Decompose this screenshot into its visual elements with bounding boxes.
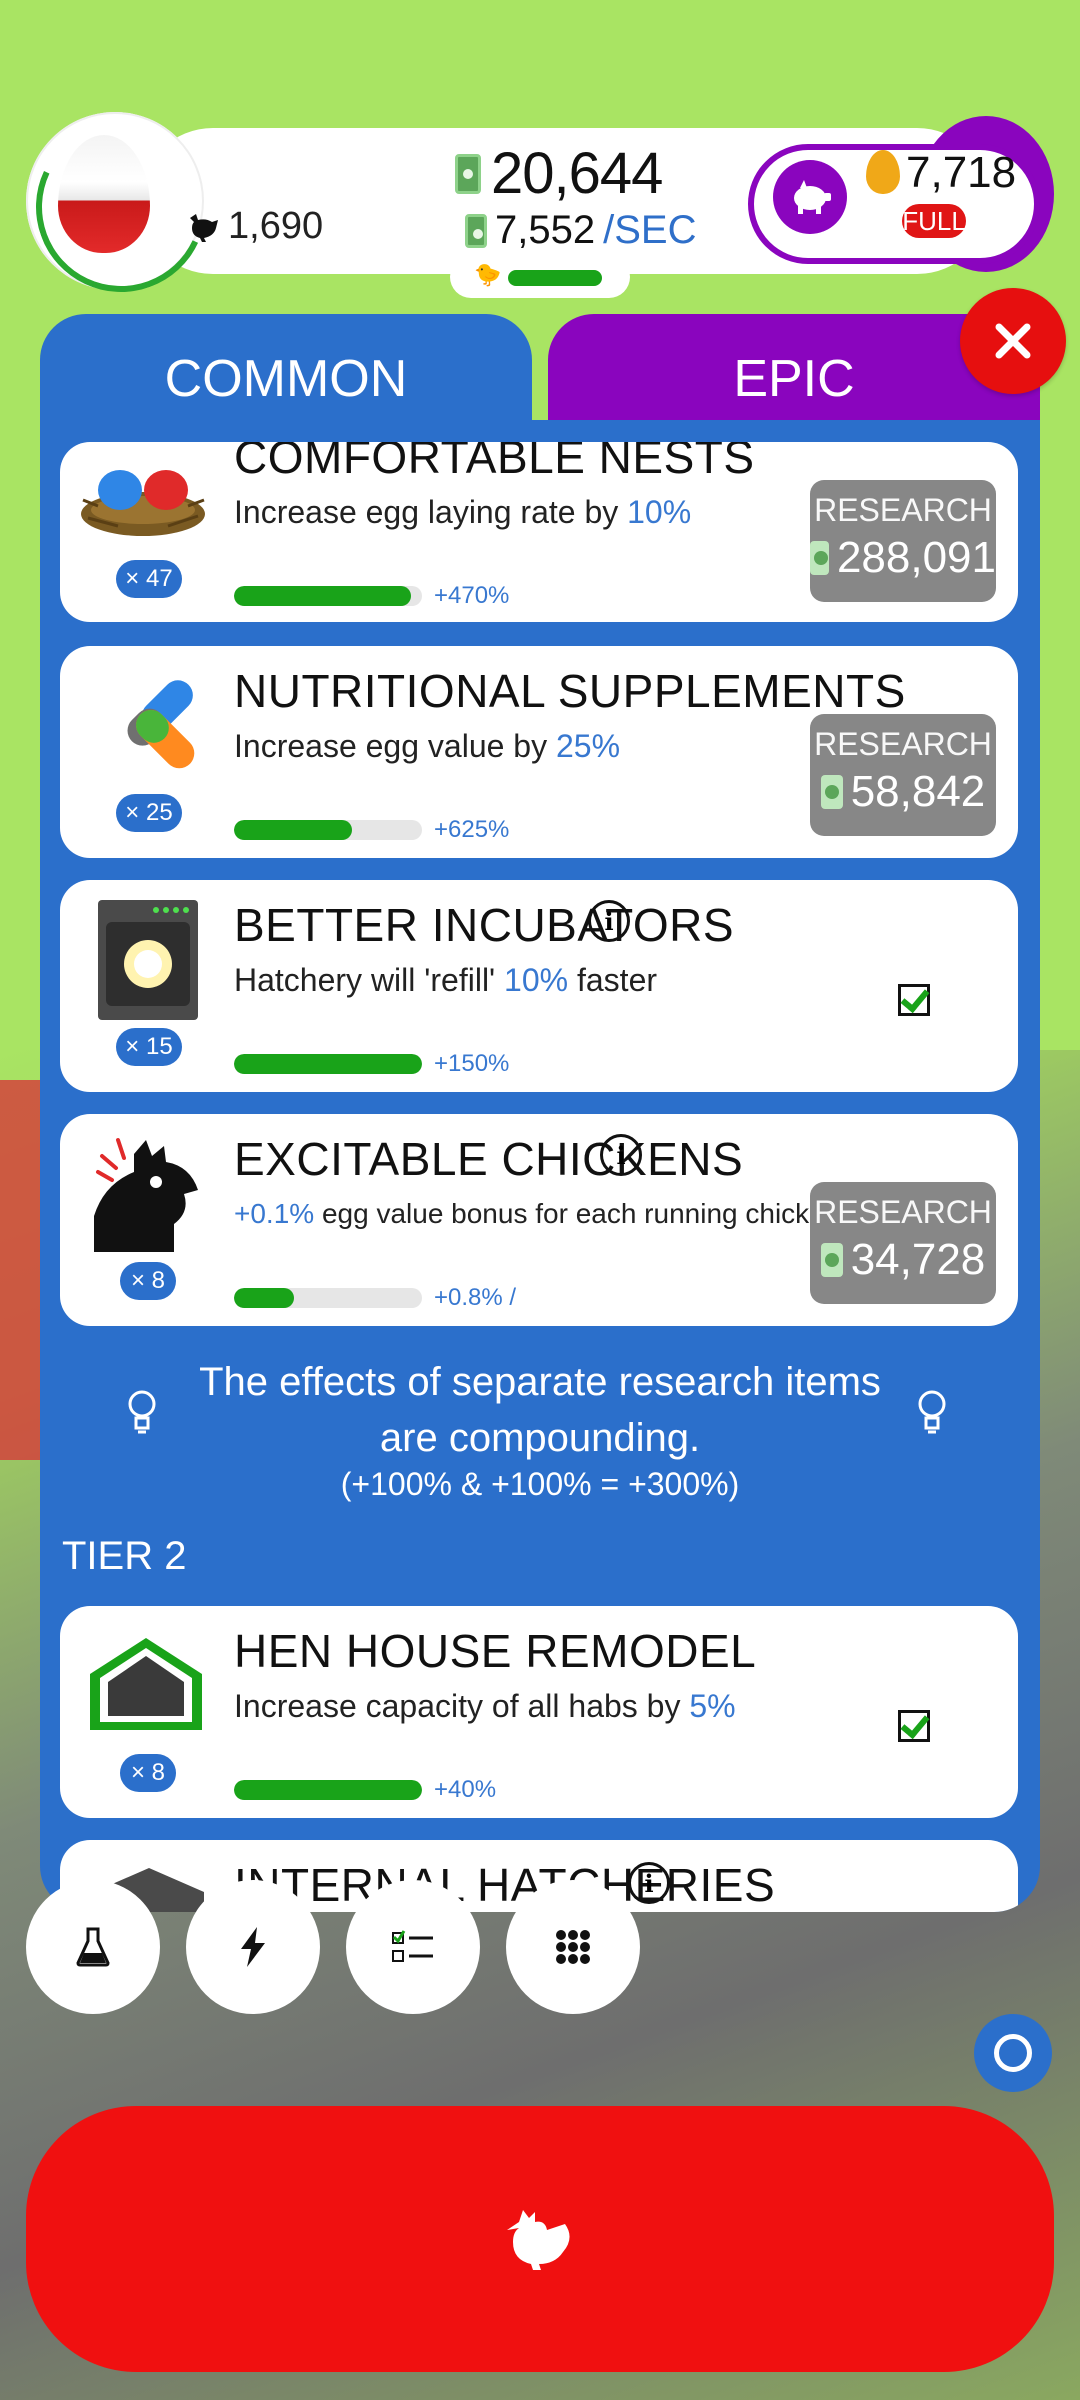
research-title: INTERNAL HATCHERIES: [234, 1859, 776, 1911]
research-level-badge: × 47: [116, 560, 182, 598]
hatch-progress-bar: [508, 270, 602, 286]
hatch-chicken-button[interactable]: [26, 2106, 1054, 2372]
research-lab-button[interactable]: [26, 1880, 160, 2014]
lightning-icon: [241, 1927, 265, 1967]
research-title: NUTRITIONAL SUPPLEMENTS: [234, 665, 906, 717]
research-cost: 34,728: [810, 1235, 996, 1285]
cash-value: 20,644: [491, 141, 663, 206]
missions-button[interactable]: [346, 1880, 480, 2014]
research-cost: 288,091: [810, 533, 996, 583]
research-progress-fill: [234, 820, 352, 840]
boosts-button[interactable]: [186, 1880, 320, 2014]
info-icon[interactable]: i: [628, 1862, 670, 1904]
completed-check-icon: [898, 1710, 930, 1742]
chicken-icon: [507, 2210, 570, 2270]
research-description: Increase capacity of all habs by 5%: [234, 1688, 736, 1724]
cash-icon: [820, 775, 843, 809]
piggy-bank-icon: [794, 180, 831, 214]
cash-rate: 7,552/SEC: [465, 208, 696, 253]
research-progress-bar: [234, 820, 422, 840]
incubator-icon: [98, 900, 198, 1020]
research-progress-bar: [234, 1054, 422, 1074]
research-progress-bar: [234, 586, 422, 606]
camera-toggle-button[interactable]: [974, 2014, 1052, 2092]
research-progress-fill: [234, 1780, 422, 1800]
research-button[interactable]: RESEARCH 288,091: [810, 480, 996, 602]
research-card-better-incubators: × 15 BETTER INCUBATORS i Hatchery will '…: [60, 880, 1018, 1092]
lightbulb-icon: [918, 1390, 946, 1434]
golden-egg-count: 7,718: [906, 148, 1017, 197]
silo-full-badge: FULL: [902, 204, 966, 238]
close-icon: [995, 323, 1031, 359]
cash-rate-unit: /SEC: [603, 208, 697, 252]
research-progress-fill: [234, 586, 411, 606]
chicken-count: 1,690: [186, 205, 323, 248]
research-description: Increase egg laying rate by 10%: [234, 494, 692, 530]
tip-example: (+100% & +100% = +300%): [340, 1466, 740, 1502]
research-level-badge: × 25: [116, 794, 182, 832]
research-description: Increase egg value by 25%: [234, 728, 621, 764]
ring-icon: [994, 2034, 1032, 2072]
completed-check-icon: [898, 984, 930, 1016]
chick-icon: 🐤: [474, 262, 502, 287]
research-button[interactable]: RESEARCH 34,728: [810, 1182, 996, 1304]
research-button[interactable]: RESEARCH 58,842: [810, 714, 996, 836]
chicken-silhouette-icon: [190, 213, 218, 242]
supplement-pills-icon: [127, 680, 195, 769]
nest-icon: [81, 470, 205, 536]
research-level-badge: × 15: [116, 1028, 182, 1066]
hen-house-icon: [90, 1638, 202, 1730]
research-title: BETTER INCUBATORS: [234, 899, 735, 951]
lightbulb-icon: [128, 1390, 156, 1434]
cash-icon: [810, 541, 829, 575]
research-title: EXCITABLE CHICKENS: [234, 1133, 744, 1185]
research-card-nutritional-supplements: × 25 NUTRITIONAL SUPPLEMENTS Increase eg…: [60, 646, 1018, 858]
research-description: +0.1% egg value bonus for each running c…: [234, 1198, 841, 1229]
cash-rate-value: 7,552: [495, 208, 596, 252]
info-icon[interactable]: i: [600, 1134, 642, 1176]
research-progress-text: +625%: [434, 816, 510, 843]
flask-icon: [76, 1927, 110, 1967]
research-progress-fill: [234, 1054, 422, 1074]
menu-button[interactable]: [506, 1880, 640, 2014]
tip-text: The effects of separate research items a…: [199, 1360, 881, 1460]
research-card-excitable-chickens: × 8 EXCITABLE CHICKENS i +0.1% egg value…: [60, 1114, 1018, 1326]
piggy-bank-button[interactable]: [773, 160, 847, 234]
golden-egg-icon: [866, 150, 900, 194]
research-cost: 58,842: [810, 767, 996, 817]
cash-rate-icon: [465, 213, 487, 248]
research-progress-text: +150%: [434, 1050, 510, 1077]
research-button-label: RESEARCH: [814, 492, 992, 528]
research-title: COMFORTABLE NESTS: [234, 442, 755, 483]
research-card-comfortable-nests: × 47 COMFORTABLE NESTS Increase egg layi…: [60, 442, 1018, 622]
research-button-label: RESEARCH: [814, 726, 992, 762]
cash-icon: [820, 1243, 843, 1277]
info-icon[interactable]: i: [588, 900, 630, 942]
grid-icon: [556, 1930, 590, 1964]
research-description: Hatchery will 'refill' 10% faster: [234, 962, 658, 998]
research-progress-bar: [234, 1288, 422, 1308]
chicken-count-value: 1,690: [228, 205, 324, 247]
tier-heading: TIER 2: [62, 1534, 187, 1578]
research-card-hen-house-remodel: × 8 HEN HOUSE REMODEL Increase capacity …: [60, 1606, 1018, 1818]
cash-icon: [455, 153, 481, 194]
research-title: HEN HOUSE REMODEL: [234, 1625, 757, 1677]
research-progress-text: +470%: [434, 582, 510, 609]
research-level-badge: × 8: [120, 1262, 176, 1300]
research-progress-bar: [234, 1780, 422, 1800]
research-progress-fill: [234, 1288, 295, 1308]
close-button[interactable]: [960, 288, 1066, 394]
research-progress-text: +0.8% /: [434, 1284, 517, 1311]
checklist-icon: [392, 1930, 433, 1962]
excited-chicken-icon: [94, 1138, 198, 1252]
research-button-label: RESEARCH: [814, 1194, 992, 1230]
cash-total: 20,644: [455, 140, 663, 207]
research-progress-text: +40%: [434, 1776, 497, 1803]
research-panel[interactable]: × 47 COMFORTABLE NESTS Increase egg layi…: [40, 420, 1040, 1912]
research-level-badge: × 8: [120, 1754, 176, 1792]
